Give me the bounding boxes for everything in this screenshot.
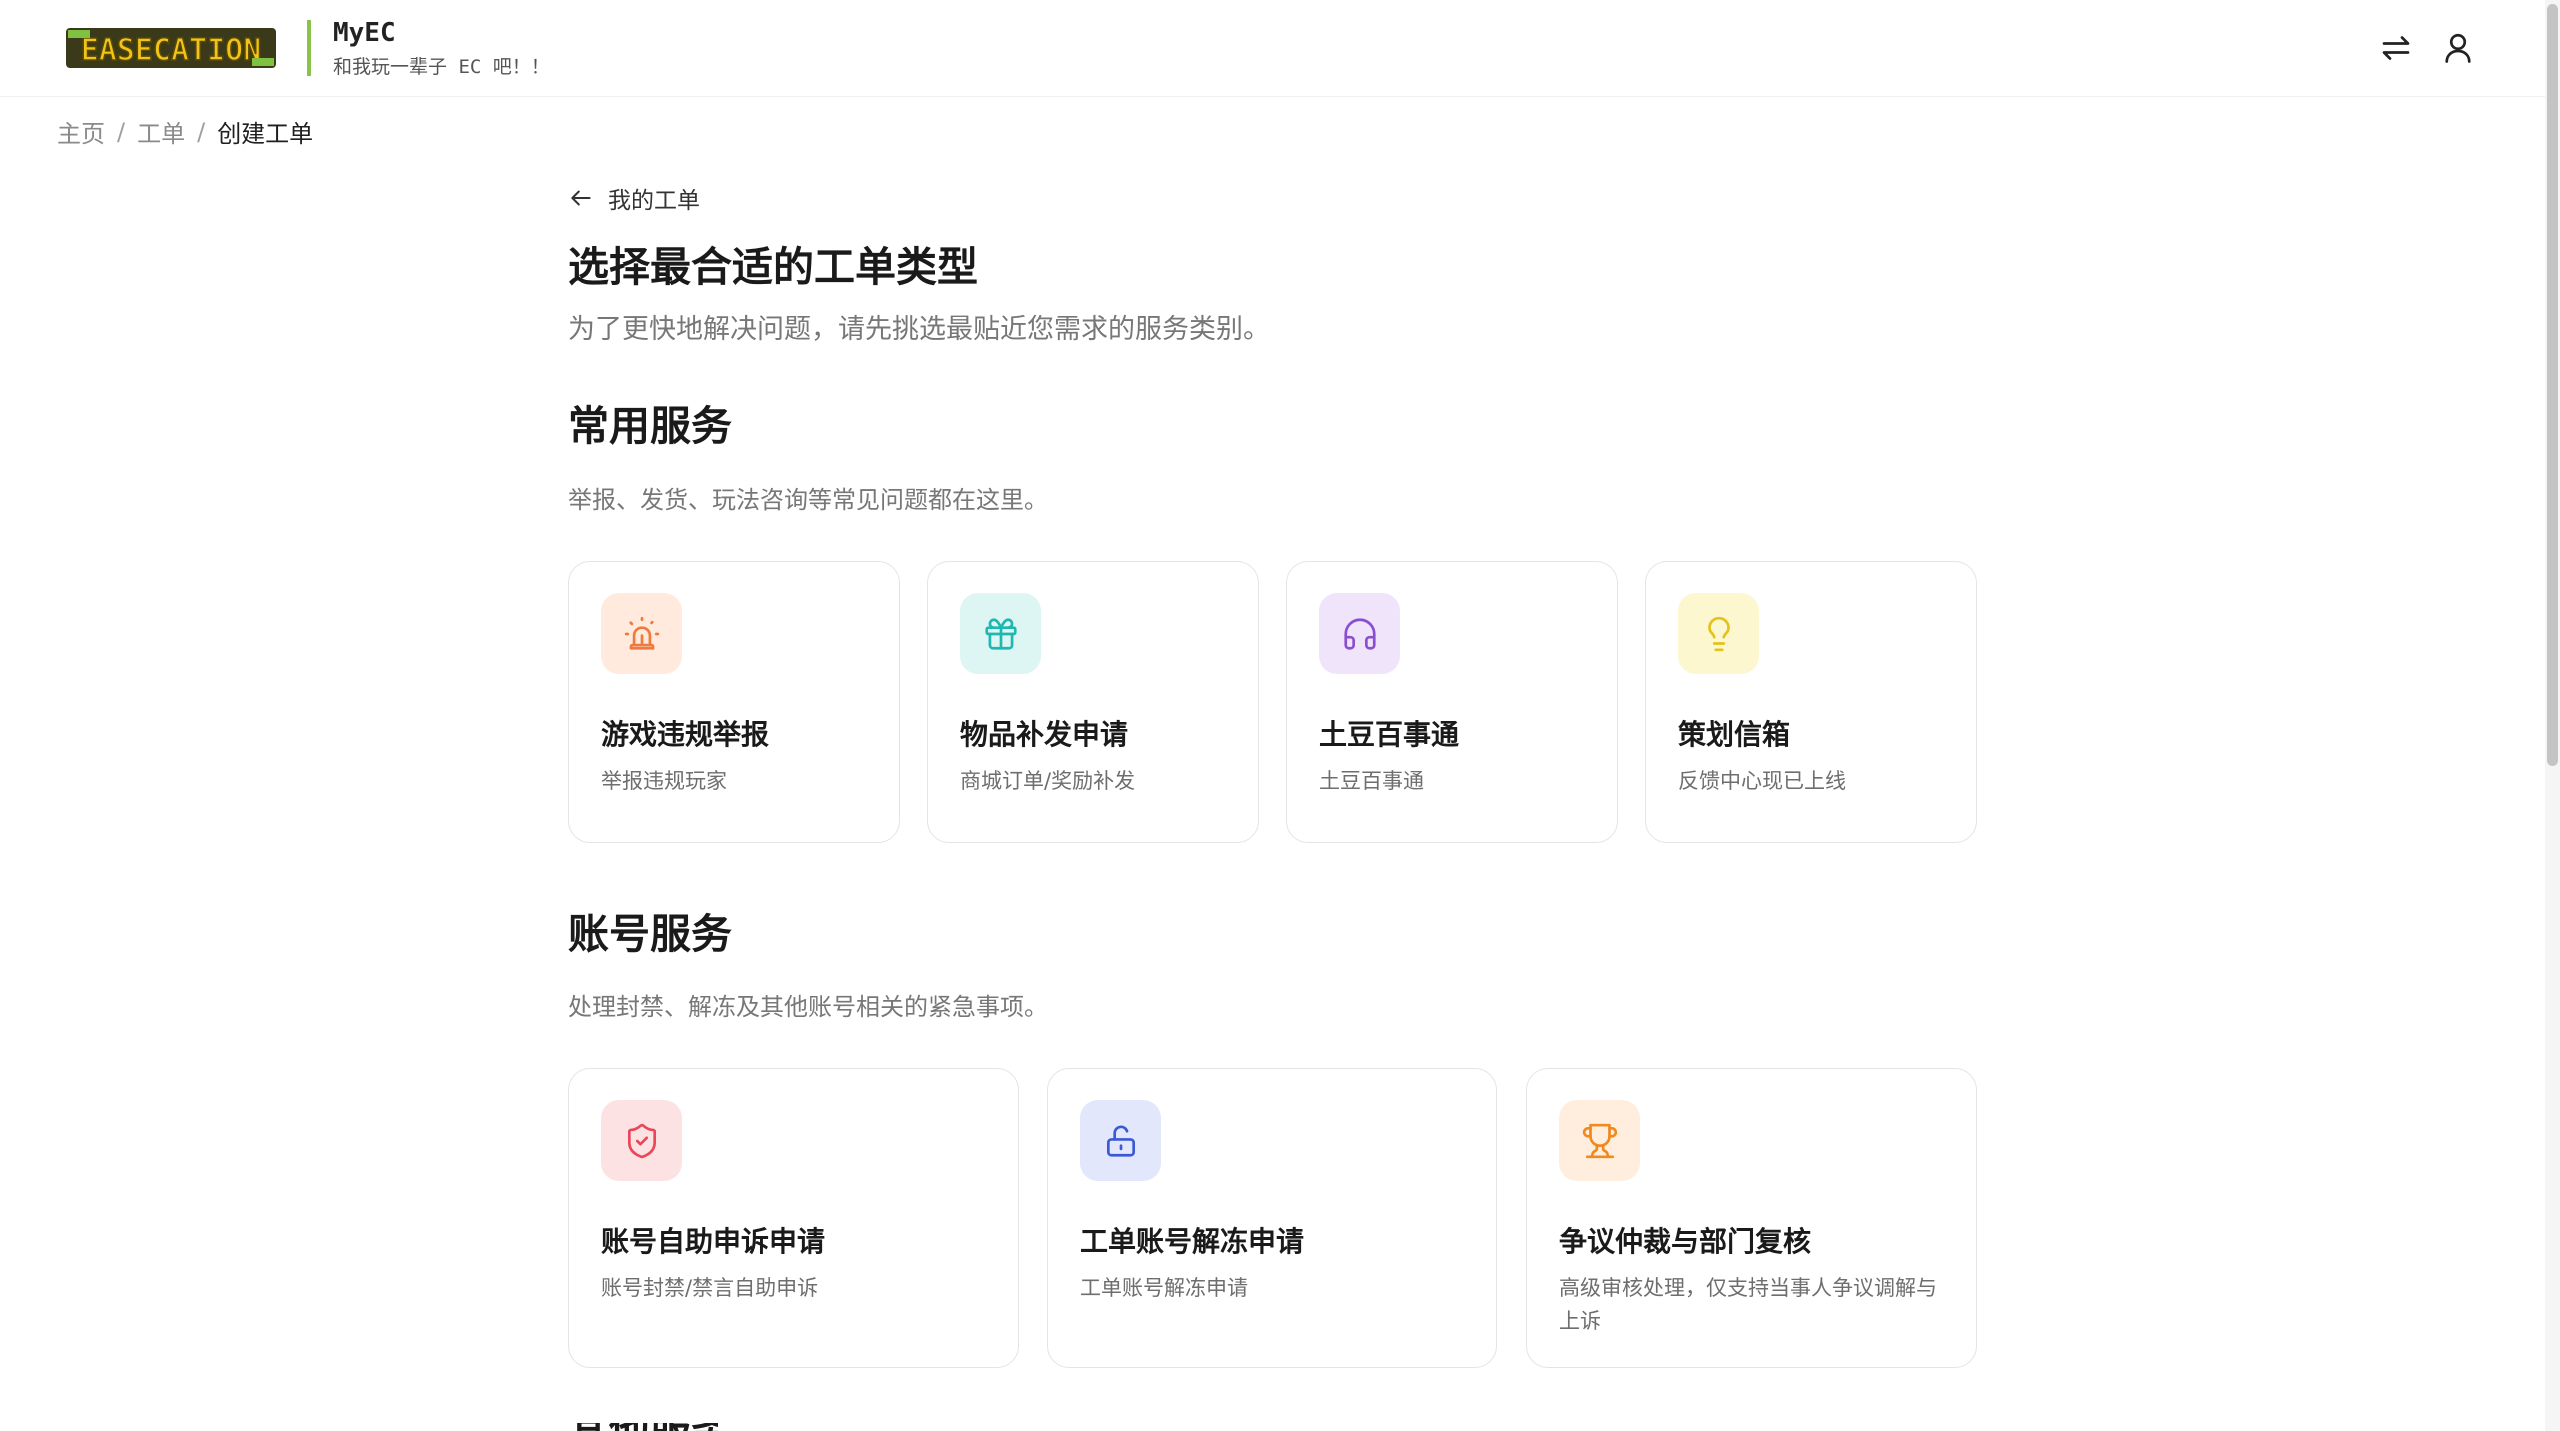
breadcrumb-home[interactable]: 主页 [57, 114, 105, 149]
card-title: 游戏违规举报 [601, 718, 770, 751]
card-desc: 工单账号解冻申请 [1080, 1276, 1248, 1300]
card-ticket-account-unfreeze[interactable]: 工单账号解冻申请 工单账号解冻申请 [1047, 1068, 1497, 1368]
card-desc: 举报违规玩家 [601, 769, 727, 793]
shield-check-icon [601, 1100, 682, 1181]
card-item-reissue-request[interactable]: 物品补发申请 商城订单/奖励补发 [927, 561, 1259, 843]
card-title: 账号自助申诉申请 [601, 1225, 826, 1258]
scrollbar-thumb[interactable] [2547, 4, 2558, 766]
card-planning-mailbox[interactable]: 策划信箱 反馈中心现已上线 [1645, 561, 1977, 843]
back-link-label: 我的工单 [608, 188, 700, 214]
card-title: 工单账号解冻申请 [1080, 1225, 1305, 1258]
arrow-left-icon [571, 190, 591, 206]
card-desc: 土豆百事通 [1319, 769, 1424, 793]
section-title-common: 常用服务 [568, 402, 732, 450]
section-title-account: 账号服务 [568, 910, 732, 958]
card-title: 物品补发申请 [960, 718, 1129, 751]
breadcrumb-current: 创建工单 [217, 120, 314, 148]
headphones-icon [1319, 593, 1400, 674]
card-game-violation-report[interactable]: 游戏违规举报 举报违规玩家 [568, 561, 900, 843]
brand-subtitle: 和我玩一辈子 EC 吧！！ [333, 56, 550, 78]
card-title: 争议仲裁与部门复核 [1559, 1225, 1812, 1258]
card-title: 土豆百事通 [1319, 718, 1460, 751]
svg-text:EASECATION: EASECATION [81, 33, 262, 68]
card-desc: 高级审核处理，仅支持当事人争议调解与上诉 [1559, 1276, 1937, 1333]
gift-icon [960, 593, 1041, 674]
breadcrumb: 主页 / 工单 / 创建工单 [57, 114, 313, 149]
user-icon[interactable] [2440, 30, 2476, 66]
breadcrumb-separator: / [117, 117, 126, 146]
breadcrumb-separator: / [197, 117, 206, 146]
page-subtitle: 为了更快地解决问题，请先挑选最贴近您需求的服务类别。 [568, 314, 1270, 345]
lightbulb-icon [1678, 593, 1759, 674]
card-desc: 商城订单/奖励补发 [960, 769, 1136, 793]
card-account-self-appeal[interactable]: 账号自助申诉申请 账号封禁/禁言自助申诉 [568, 1068, 1019, 1368]
trophy-icon [1559, 1100, 1640, 1181]
brand-title: MyEC [333, 18, 396, 48]
easecation-logo[interactable]: EASECATION [64, 24, 278, 72]
section-desc-account: 处理封禁、解冻及其他账号相关的紧急事项。 [568, 993, 1048, 1021]
arrows-switch-icon[interactable] [2378, 30, 2414, 66]
section-title-other-text: 其他服务 [568, 1423, 718, 1431]
siren-icon [601, 593, 682, 674]
section-desc-common: 举报、发货、玩法咨询等常见问题都在这里。 [568, 486, 1048, 514]
card-desc: 反馈中心现已上线 [1678, 769, 1846, 793]
card-title: 策划信箱 [1678, 718, 1791, 751]
page-title: 选择最合适的工单类型 [568, 243, 978, 291]
logo-divider [307, 20, 311, 76]
top-header: EASECATION MyEC 和我玩一辈子 EC 吧！！ [0, 0, 2545, 97]
unlock-icon [1080, 1100, 1161, 1181]
back-to-my-tickets-link[interactable]: 我的工单 [568, 181, 700, 215]
card-tudou-helpdesk[interactable]: 土豆百事通 土豆百事通 [1286, 561, 1618, 843]
card-dispute-arbitration[interactable]: 争议仲裁与部门复核 高级审核处理，仅支持当事人争议调解与上诉 [1526, 1068, 1977, 1368]
breadcrumb-tickets[interactable]: 工单 [137, 114, 185, 149]
card-desc: 账号封禁/禁言自助申诉 [601, 1276, 819, 1300]
section-title-other: 其他服务 [568, 1423, 718, 1431]
